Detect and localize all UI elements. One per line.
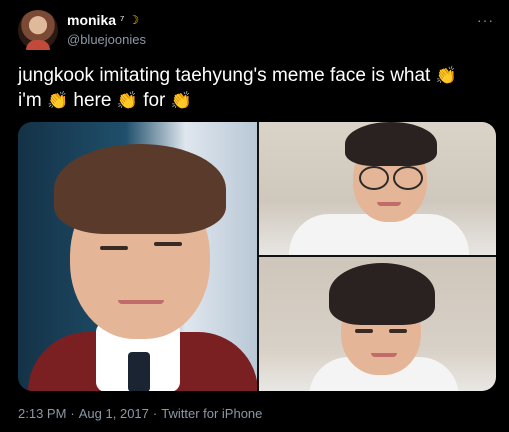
tweet-source[interactable]: Twitter for iPhone [161, 406, 262, 421]
eye [389, 329, 407, 333]
clapping-hands-icon: 👏 [435, 66, 457, 85]
glasses [359, 166, 389, 190]
eye [100, 246, 128, 250]
mouth [377, 202, 401, 206]
eye [154, 242, 182, 246]
hair [345, 122, 437, 166]
avatar[interactable] [18, 10, 58, 50]
hair [54, 144, 226, 234]
clapping-hands-icon: 👏 [46, 91, 69, 110]
glasses [393, 166, 423, 190]
mouth [118, 300, 164, 304]
user-handle[interactable]: @bluejoonies [67, 32, 146, 47]
tweet-date[interactable]: Aug 1, 2017 [79, 406, 149, 421]
meta-separator: · [152, 406, 158, 421]
clapping-hands-icon: 👏 [170, 91, 192, 110]
name-superscript: ⁷ [120, 13, 125, 27]
tweet-text-part: jungkook imitating taehyung's meme face … [18, 65, 431, 86]
photo-bottom-right[interactable] [259, 257, 496, 391]
crescent-moon-icon: ☽ [128, 13, 140, 27]
mouth [371, 353, 397, 357]
photo-left[interactable] [18, 122, 257, 391]
media-grid [18, 122, 496, 391]
tweet-header: monika ⁷ ☽ @bluejoonies ··· [18, 10, 496, 54]
tweet-text: jungkook imitating taehyung's meme face … [18, 63, 496, 113]
tie [128, 352, 150, 391]
photo-top-right[interactable] [259, 122, 496, 255]
name-line[interactable]: monika ⁷ ☽ [67, 12, 139, 28]
avatar-shirt [26, 40, 50, 50]
meta-separator: · [70, 406, 75, 421]
clapping-hands-icon: 👏 [116, 91, 138, 110]
display-name[interactable]: monika [67, 12, 116, 28]
tweet-meta: 2:13 PM · Aug 1, 2017 · Twitter for iPho… [18, 406, 262, 421]
tweet-time[interactable]: 2:13 PM [18, 406, 66, 421]
tweet-text-part: for [143, 90, 166, 111]
hair [329, 263, 435, 325]
tweet-text-part: here [73, 90, 112, 111]
more-horizontal-icon[interactable]: ··· [477, 12, 494, 28]
eye [355, 329, 373, 333]
tweet-text-part: i'm [18, 90, 42, 111]
